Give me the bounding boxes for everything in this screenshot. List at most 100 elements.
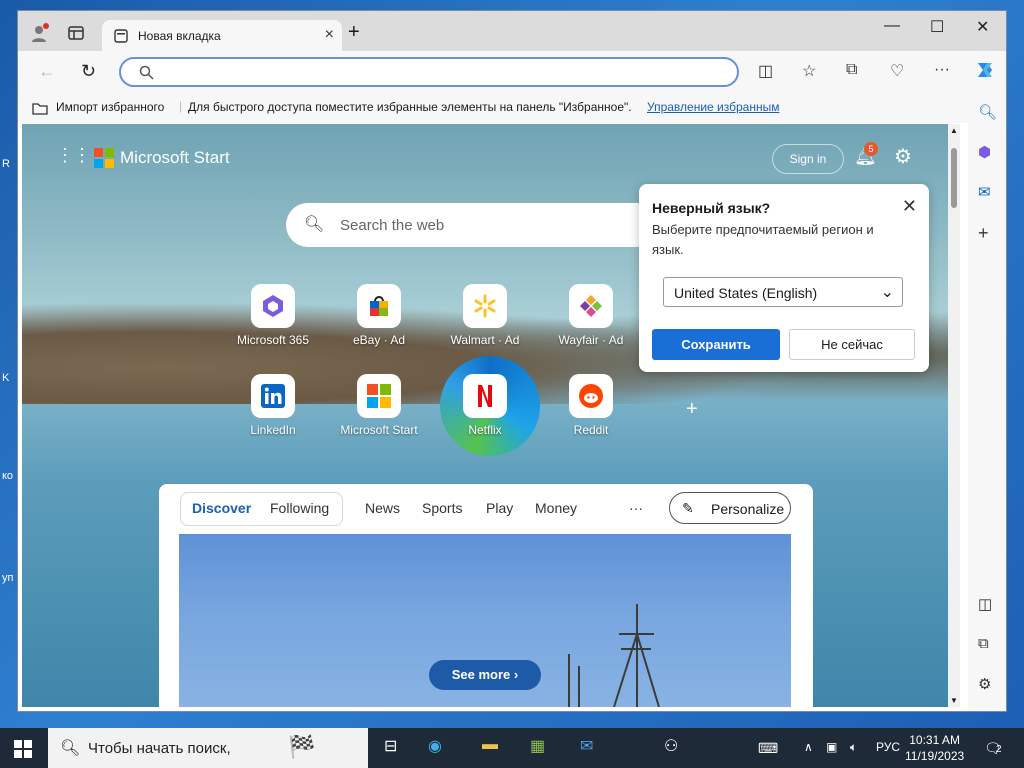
- search-icon[interactable]: 🔍︎: [978, 103, 997, 121]
- favorites-divider: |: [179, 99, 183, 113]
- tab-play[interactable]: Play: [486, 500, 513, 516]
- more-options-icon[interactable]: ···: [934, 61, 950, 79]
- clock-date: 11/19/2023: [905, 749, 965, 763]
- quick-link-tile[interactable]: Wayfair · Ad: [546, 284, 636, 347]
- linkedin-icon: [261, 384, 285, 408]
- news-feed: Discover Following News Sports Play Mone…: [159, 484, 813, 707]
- manage-favorites-link[interactable]: Управление избранным: [647, 100, 779, 114]
- copilot-icon[interactable]: [974, 59, 996, 81]
- browser-essentials-icon[interactable]: ♡: [890, 61, 904, 81]
- favorites-hint: Для быстрого доступа поместите избранные…: [188, 100, 632, 114]
- page-scrollbar[interactable]: ▲ ▼: [948, 124, 960, 707]
- notification-count: 2: [996, 744, 1002, 755]
- tab-new-tab[interactable]: Новая вкладка ×: [102, 20, 342, 51]
- quick-link-tile[interactable]: eBay · Ad: [334, 284, 424, 347]
- add-sidebar-app-icon[interactable]: +: [978, 223, 989, 244]
- tab-sports[interactable]: Sports: [422, 500, 462, 516]
- tab-strip: Новая вкладка × + — ☐ ✕: [18, 11, 1006, 51]
- store-icon[interactable]: ▦: [530, 736, 545, 756]
- m365-sidebar-icon[interactable]: ⬢: [978, 143, 991, 161]
- quick-link-tile[interactable]: Netflix: [440, 374, 530, 437]
- tile-label: Microsoft 365: [236, 333, 310, 347]
- maximize-button[interactable]: ☐: [930, 17, 944, 37]
- collections-icon[interactable]: ⧉: [846, 61, 857, 79]
- personalize-icon: ✎: [682, 500, 694, 516]
- reddit-icon: [579, 384, 603, 408]
- close-icon[interactable]: ✕: [902, 196, 917, 217]
- personalize-button[interactable]: ✎ Personalize: [669, 492, 791, 524]
- save-button[interactable]: Сохранить: [652, 329, 780, 360]
- file-explorer-icon[interactable]: ▬: [482, 736, 498, 754]
- scroll-down-icon[interactable]: ▼: [950, 696, 958, 705]
- keyboard-icon[interactable]: ⌨: [758, 740, 778, 757]
- sidebar-settings-icon[interactable]: ⚙: [978, 675, 991, 693]
- tab-actions-icon[interactable]: [68, 25, 84, 41]
- desktop-icon-label: R: [2, 158, 10, 170]
- see-more-button[interactable]: See more ›: [429, 660, 541, 690]
- chevron-down-icon: ⌄: [880, 284, 894, 301]
- region-select[interactable]: United States (English) ⌄: [663, 277, 903, 307]
- tile-label: eBay · Ad: [352, 333, 406, 347]
- close-window-button[interactable]: ✕: [976, 17, 989, 37]
- language-popup: Неверный язык? ✕ Выберите предпочитаемый…: [639, 184, 929, 372]
- settings-gear-icon[interactable]: ⚙: [894, 144, 912, 169]
- browser-window: Новая вкладка × + — ☐ ✕ ← ↻ ◫ ☆ ⧉ ♡ ··· …: [17, 10, 1007, 712]
- taskbar-clock[interactable]: 10:31 AM 11/19/2023: [905, 732, 964, 764]
- back-button[interactable]: ←: [38, 61, 56, 82]
- favorites-icon[interactable]: ☆: [802, 61, 816, 81]
- network-icon[interactable]: ▣: [826, 740, 837, 754]
- favorites-bar: Импорт избранного | Для быстрого доступа…: [18, 93, 1006, 123]
- feed-hero-image[interactable]: See more ›: [179, 534, 791, 707]
- new-tab-button[interactable]: +: [348, 22, 360, 42]
- import-favorites-button[interactable]: Импорт избранного: [56, 100, 164, 114]
- search-icon: 🔍︎: [304, 216, 325, 233]
- profile-icon[interactable]: [30, 23, 50, 43]
- people-icon[interactable]: ⚇: [664, 736, 678, 756]
- search-icon: [139, 65, 154, 80]
- mail-icon[interactable]: ✉: [580, 736, 593, 756]
- clock-time: 10:31 AM: [909, 733, 960, 747]
- refresh-button[interactable]: ↻: [81, 61, 96, 82]
- scroll-up-icon[interactable]: ▲: [950, 126, 958, 135]
- not-now-button[interactable]: Не сейчас: [789, 329, 915, 360]
- taskbar-search-placeholder: Чтобы начать поиск,: [88, 740, 231, 757]
- tab-money[interactable]: Money: [535, 500, 577, 516]
- microsoft-logo-icon: [94, 148, 114, 168]
- quick-link-tile[interactable]: Microsoft Start: [334, 374, 424, 437]
- sidebar-toggle-icon[interactable]: ◫: [978, 595, 992, 613]
- close-tab-icon[interactable]: ×: [325, 26, 334, 44]
- search-highlight-icon: 🏁: [288, 734, 316, 759]
- quick-link-tile[interactable]: Microsoft 365: [228, 284, 318, 347]
- input-language-indicator[interactable]: РУС: [876, 740, 900, 754]
- import-favorites-icon: [32, 103, 48, 115]
- tab-following[interactable]: Following: [270, 500, 329, 516]
- tab-news[interactable]: News: [365, 500, 400, 516]
- quick-link-tile[interactable]: Walmart · Ad: [440, 284, 530, 347]
- volume-icon[interactable]: 🔈︎: [850, 740, 857, 755]
- scrollbar-thumb[interactable]: [951, 148, 957, 208]
- ship-mast-image: [568, 604, 660, 707]
- open-external-icon[interactable]: ⧉: [978, 635, 989, 652]
- tile-label: LinkedIn: [250, 423, 296, 437]
- windows-start-icon[interactable]: [14, 740, 32, 758]
- address-bar[interactable]: [119, 57, 739, 87]
- taskbar-search-box[interactable]: 🔍︎ Чтобы начать поиск, 🏁: [48, 728, 368, 768]
- split-screen-icon[interactable]: ◫: [758, 61, 773, 81]
- start-page: ⋮⋮⋮ Microsoft Start Sign in 🔔︎ 5 ⚙ 🔍︎ Se…: [22, 124, 948, 707]
- tile-label: Microsoft Start: [340, 423, 418, 437]
- task-view-icon[interactable]: ⊟: [384, 736, 397, 756]
- show-hidden-icons-icon[interactable]: ∧: [804, 740, 813, 754]
- tile-label: Wayfair · Ad: [558, 333, 624, 347]
- add-shortcut-icon[interactable]: +: [686, 398, 698, 421]
- more-tabs-button[interactable]: ···: [629, 500, 643, 516]
- tab-title: Новая вкладка: [138, 29, 221, 43]
- edge-taskbar-icon[interactable]: ◉: [428, 736, 442, 756]
- outlook-icon[interactable]: ✉: [978, 183, 991, 201]
- quick-link-tile[interactable]: Reddit: [546, 374, 636, 437]
- minimize-button[interactable]: —: [884, 17, 900, 35]
- wayfair-icon: [580, 295, 602, 317]
- address-input[interactable]: [165, 64, 585, 82]
- tab-discover[interactable]: Discover: [192, 500, 251, 516]
- quick-link-tile[interactable]: LinkedIn: [228, 374, 318, 437]
- sign-in-button[interactable]: Sign in: [772, 144, 844, 174]
